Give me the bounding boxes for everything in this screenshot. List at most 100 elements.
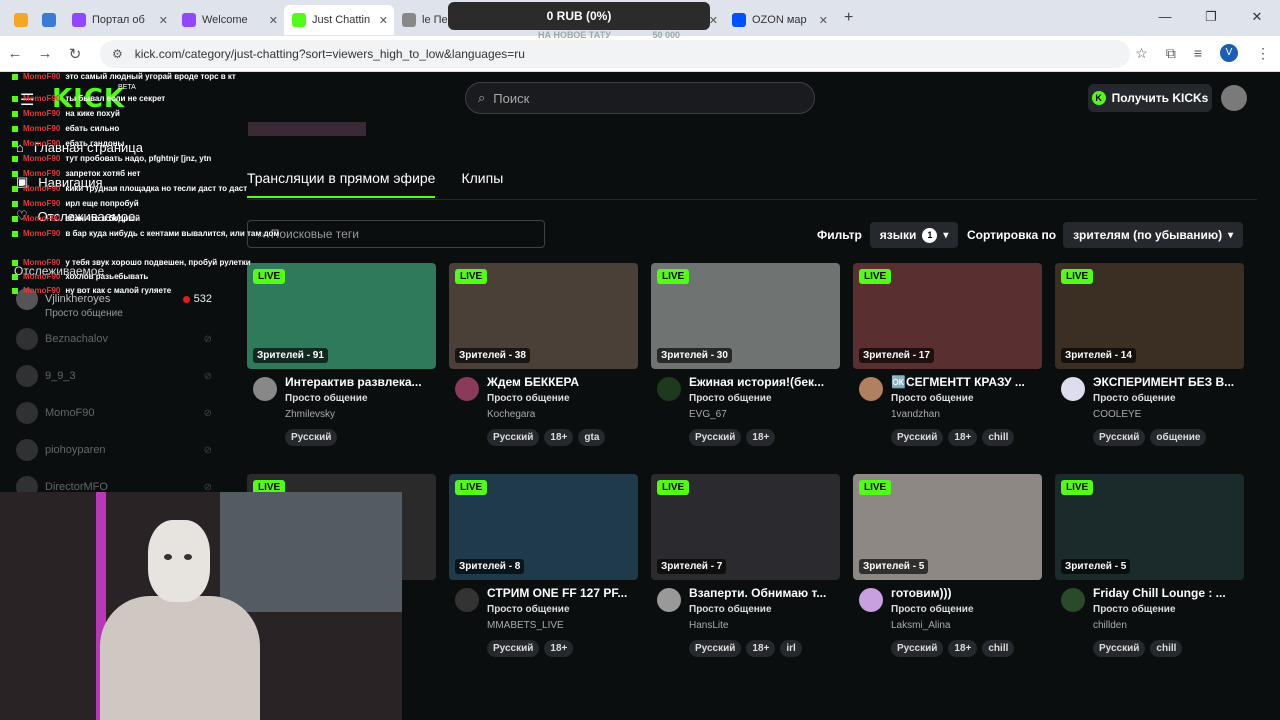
tag-chip[interactable]: Русский — [1093, 429, 1146, 446]
tag-chip[interactable]: 18+ — [948, 429, 978, 446]
media-control-icon[interactable]: ≡ — [1194, 45, 1202, 61]
sidebar-item-following[interactable]: ♡ Отслеживаемое — [16, 208, 135, 224]
stream-thumbnail[interactable]: LIVE Зрителей - 38 — [449, 263, 638, 369]
avatar[interactable] — [1061, 377, 1085, 401]
stream-category[interactable]: Просто общение — [689, 604, 772, 615]
extensions-icon[interactable]: ⧉ — [1166, 45, 1176, 62]
stream-username[interactable]: MMABETS_LIVE — [487, 620, 564, 631]
stream-category[interactable]: Просто общение — [1093, 604, 1176, 615]
stream-card[interactable]: LIVE Зрителей - 91 Интерактив развлека... П… — [247, 263, 436, 453]
avatar[interactable] — [859, 377, 883, 401]
stream-title[interactable]: СТРИМ ONE FF 127 PF... — [487, 586, 635, 600]
stream-card[interactable]: LIVE Зрителей - 8 СТРИМ ONE FF 127 PF... Пр… — [449, 474, 638, 664]
url-field[interactable]: ⚙ kick.com/category/just-chatting?sort=v… — [100, 40, 1130, 68]
tag-chip[interactable]: irl — [780, 640, 802, 657]
stream-title[interactable]: Взаперти. Обнимаю т... — [689, 586, 837, 600]
browser-tab[interactable]: Портал об ✕ — [64, 5, 174, 35]
stream-card[interactable]: LIVE Зрителей - 14 ЭКСПЕРИМЕНТ БЕЗ В... Про… — [1055, 263, 1244, 453]
stream-thumbnail[interactable]: LIVE Зрителей - 14 — [1055, 263, 1244, 369]
stream-thumbnail[interactable]: LIVE Зрителей - 7 — [651, 474, 840, 580]
stream-thumbnail[interactable]: LIVE Зрителей - 30 — [651, 263, 840, 369]
forward-icon[interactable]: → — [30, 45, 60, 62]
stream-category[interactable]: Просто общение — [1093, 393, 1176, 404]
sidebar-channel[interactable]: Vjlinkheroyes 532 Просто общение — [16, 284, 212, 319]
restore-icon[interactable]: ❐ — [1188, 0, 1234, 36]
stream-title[interactable]: Ежиная история!(бек... — [689, 375, 837, 389]
stream-username[interactable]: Laksmi_Alina — [891, 620, 950, 631]
avatar[interactable] — [859, 588, 883, 612]
tag-chip[interactable]: Русский — [487, 640, 540, 657]
stream-card[interactable]: LIVE Зрителей - 5 готовим))) Просто общение… — [853, 474, 1042, 664]
tag-chip[interactable]: 18+ — [544, 640, 574, 657]
language-filter-dropdown[interactable]: языки 1 ▾ — [869, 222, 959, 248]
stream-title[interactable]: готовим))) — [891, 586, 1039, 600]
browser-tab[interactable] — [8, 5, 36, 35]
tab-clips[interactable]: Клипы — [461, 170, 503, 198]
stream-title[interactable]: Ждем БЕККЕРА — [487, 375, 635, 389]
stream-username[interactable]: Kochegara — [487, 409, 535, 420]
avatar[interactable] — [455, 588, 479, 612]
profile-avatar[interactable]: V — [1220, 44, 1238, 62]
stream-card[interactable]: LIVE Зрителей - 38 Ждем БЕККЕРА Просто обще… — [449, 263, 638, 453]
stream-thumbnail[interactable]: LIVE Зрителей - 91 — [247, 263, 436, 369]
avatar[interactable] — [1221, 85, 1247, 111]
tag-search-input[interactable]: ⌕ Поисковые теги — [247, 220, 545, 248]
new-tab-icon[interactable]: + — [844, 9, 853, 27]
browser-tab[interactable] — [36, 5, 64, 35]
tag-chip[interactable]: Русский — [1093, 640, 1146, 657]
minimize-icon[interactable]: — — [1142, 0, 1188, 36]
tag-chip[interactable]: Русский — [689, 429, 742, 446]
stream-card[interactable]: LIVE Зрителей - 5 Friday Chill Lounge : ..… — [1055, 474, 1244, 664]
tag-chip[interactable]: chill — [1150, 640, 1183, 657]
stream-category[interactable]: Просто общение — [285, 393, 368, 404]
site-info-icon[interactable]: ⚙ — [112, 47, 123, 61]
stream-title[interactable]: Интерактив развлека... — [285, 375, 433, 389]
tag-chip[interactable]: gta — [578, 429, 606, 446]
close-tab-icon[interactable]: ✕ — [269, 14, 278, 27]
browser-tab[interactable]: Just Chattin ✕ — [284, 5, 394, 35]
tag-chip[interactable]: Русский — [891, 640, 944, 657]
browser-menu-icon[interactable]: ⋮ — [1256, 45, 1270, 62]
tag-chip[interactable]: Русский — [487, 429, 540, 446]
stream-username[interactable]: HansLite — [689, 620, 728, 631]
browser-tab[interactable]: OZON мар ✕ — [724, 5, 834, 35]
close-tab-icon[interactable]: ✕ — [159, 14, 168, 27]
kick-logo[interactable]: KICK — [52, 84, 125, 114]
stream-username[interactable]: 1vandzhan — [891, 409, 940, 420]
stream-card[interactable]: LIVE Зрителей - 7 Взаперти. Обнимаю т... Пр… — [651, 474, 840, 664]
tag-chip[interactable]: Русский — [689, 640, 742, 657]
tag-chip[interactable]: Русский — [891, 429, 944, 446]
tag-chip[interactable]: 18+ — [746, 640, 776, 657]
close-tab-icon[interactable]: ✕ — [819, 14, 828, 27]
stream-category[interactable]: Просто общение — [891, 393, 974, 404]
tag-chip[interactable]: chill — [982, 640, 1015, 657]
tag-chip[interactable]: Русский — [285, 429, 338, 446]
close-tab-icon[interactable]: ✕ — [379, 14, 388, 27]
stream-thumbnail[interactable]: LIVE Зрителей - 5 — [1055, 474, 1244, 580]
stream-thumbnail[interactable]: LIVE Зрителей - 5 — [853, 474, 1042, 580]
tab-live-streams[interactable]: Трансляции в прямом эфире — [247, 170, 436, 198]
avatar[interactable] — [1061, 588, 1085, 612]
sidebar-channel[interactable]: 9_9_3 ⊘ — [16, 361, 212, 391]
stream-thumbnail[interactable]: LIVE Зрителей - 17 — [853, 263, 1042, 369]
hamburger-menu-icon[interactable]: ☰ — [20, 90, 34, 110]
avatar[interactable] — [657, 377, 681, 401]
sidebar-item-home[interactable]: ⌂ Главная страница — [16, 140, 143, 155]
close-window-icon[interactable]: ✕ — [1234, 0, 1280, 36]
tag-chip[interactable]: 18+ — [948, 640, 978, 657]
tag-chip[interactable]: 18+ — [544, 429, 574, 446]
get-kicks-button[interactable]: K Получить KICKs — [1088, 84, 1212, 112]
sort-dropdown[interactable]: зрителям (по убыванию) ▾ — [1063, 222, 1244, 248]
stream-username[interactable]: EVG_67 — [689, 409, 727, 420]
search-input[interactable]: ⌕ Поиск — [465, 82, 815, 114]
sidebar-channel[interactable]: MomoF90 ⊘ — [16, 398, 212, 428]
reload-icon[interactable]: ↻ — [60, 45, 90, 63]
stream-title[interactable]: ЭКСПЕРИМЕНТ БЕЗ В... — [1093, 375, 1241, 389]
close-tab-icon[interactable]: ✕ — [709, 14, 718, 27]
stream-category[interactable]: Просто общение — [891, 604, 974, 615]
stream-username[interactable]: COOLEYE — [1093, 409, 1141, 420]
bookmark-star-icon[interactable]: ☆ — [1135, 45, 1148, 62]
tag-chip[interactable]: chill — [982, 429, 1015, 446]
stream-thumbnail[interactable]: LIVE Зрителей - 8 — [449, 474, 638, 580]
avatar[interactable] — [253, 377, 277, 401]
